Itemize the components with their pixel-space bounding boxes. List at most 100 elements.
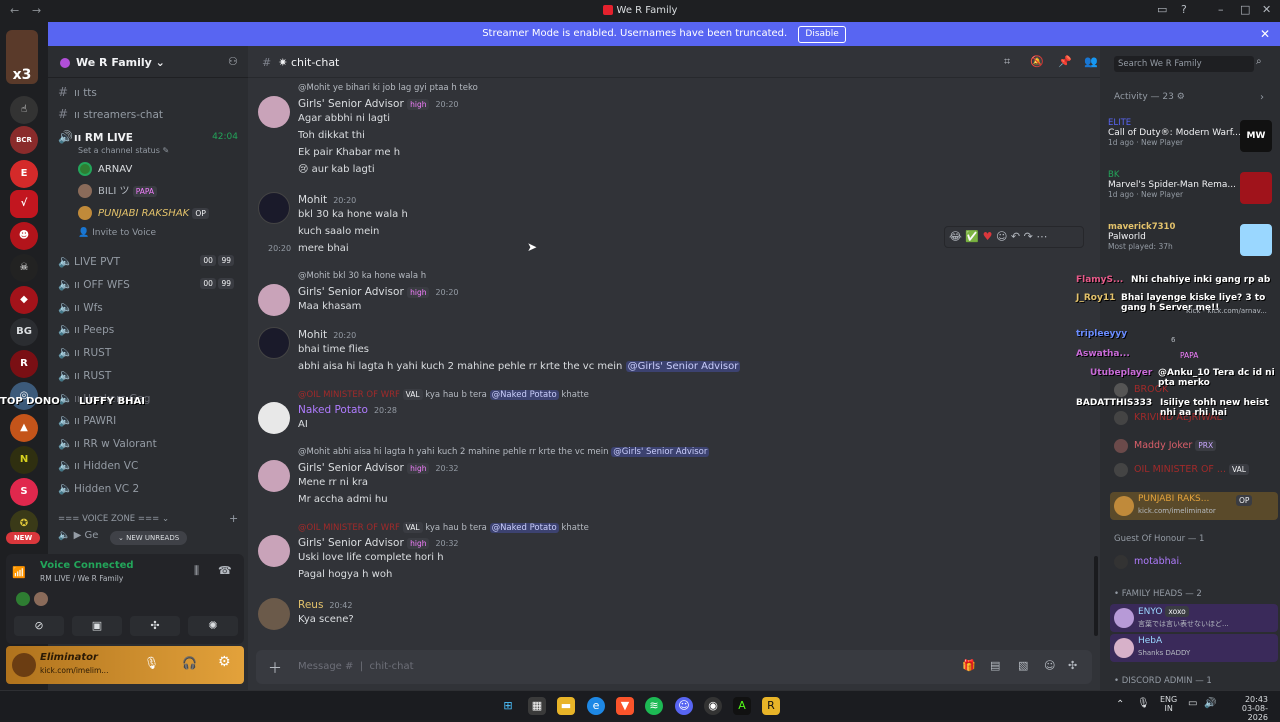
- activity-card[interactable]: ELITE Call of Duty®: Modern Warf... 1d a…: [1108, 118, 1272, 162]
- channel-status[interactable]: Set a channel status ✎: [78, 146, 169, 155]
- message-author[interactable]: Mohit 20:20: [298, 329, 356, 341]
- add-member-icon[interactable]: ⚇: [228, 55, 238, 68]
- discord-icon[interactable]: ☺: [675, 697, 693, 715]
- avatar[interactable]: [258, 402, 290, 434]
- reply-preview[interactable]: @OIL MINISTER OF WRF VAL kya hau b tera …: [298, 522, 589, 533]
- voice-channel-pawri[interactable]: 🔈ıı PAWRI: [58, 410, 240, 430]
- category-voice-zone[interactable]: === VOICE ZONE === ⌄: [58, 514, 169, 524]
- new-unreads-pill[interactable]: ⌄ NEW UNREADS: [110, 531, 188, 545]
- minimize-icon[interactable]: –: [1218, 3, 1224, 16]
- voice-channel-peeps[interactable]: 🔈ıı Peeps: [58, 319, 240, 339]
- member-row-highlight[interactable]: ENYO xoxo 言葉では言い表せないほど...: [1110, 604, 1278, 632]
- volume-icon[interactable]: 🔊: [1204, 698, 1216, 709]
- add-channel-icon[interactable]: +: [229, 512, 238, 525]
- avatar[interactable]: [258, 96, 290, 128]
- brave-browser-icon[interactable]: ▼: [616, 697, 634, 715]
- close-window-icon[interactable]: ✕: [1262, 3, 1271, 16]
- store-icon[interactable]: ▦: [528, 697, 546, 715]
- soundboard-button[interactable]: ✺: [188, 616, 238, 636]
- activity-card[interactable]: maverick7310 Palworld Most played: 37h: [1108, 222, 1272, 266]
- sticker-icon[interactable]: ▧: [1018, 659, 1028, 672]
- activity-card[interactable]: BK Marvel's Spider-Man Rema... 1d ago · …: [1108, 170, 1272, 214]
- server-icon-rp[interactable]: R: [10, 350, 38, 378]
- message-author[interactable]: Girls' Senior Advisor high 20:20: [298, 286, 459, 298]
- reply-preview[interactable]: @Mohit abhi aisa hi lagta h yahi kuch 2 …: [298, 447, 710, 457]
- signal-icon[interactable]: 📶: [12, 566, 26, 579]
- avatar[interactable]: [258, 535, 290, 567]
- server-icon-wrf[interactable]: √: [10, 190, 38, 218]
- windows-start-icon[interactable]: ⊞: [499, 697, 517, 715]
- avatar[interactable]: [258, 327, 290, 359]
- search-input[interactable]: Search We R Family: [1114, 56, 1254, 72]
- forward-icon[interactable]: ↷: [1024, 230, 1033, 243]
- voice-channel-live-pvt[interactable]: 🔈LIVE PVT 00 99: [58, 251, 240, 271]
- voice-channel-off-wfs[interactable]: 🔈ıı OFF WFS 00 99: [58, 274, 240, 294]
- mute-notifications-icon[interactable]: 🔕: [1030, 55, 1044, 68]
- channel-streamers-chat[interactable]: # ıı streamers-chat: [58, 104, 240, 124]
- voice-channel-ge[interactable]: 🔈 ▶ Ge: [58, 530, 98, 541]
- settings-gear-icon[interactable]: ⚙: [218, 654, 231, 670]
- member-row-highlight[interactable]: PUNJABI RAKS... OP kick.com/imeliminator: [1110, 492, 1278, 520]
- emoji-icon[interactable]: ☺: [1044, 659, 1055, 672]
- maximize-icon[interactable]: □: [1240, 3, 1250, 16]
- server-icon-orange[interactable]: ▲: [10, 414, 38, 442]
- camera-off-button[interactable]: ⊘: [14, 616, 64, 636]
- voice-user-bili[interactable]: BILI ツ PAPA: [78, 182, 158, 202]
- network-icon[interactable]: ▭: [1188, 698, 1197, 709]
- avatar[interactable]: [258, 598, 290, 630]
- message-author[interactable]: Girls' Senior Advisor high 20:20: [298, 98, 459, 110]
- apps-icon[interactable]: ✣: [1068, 659, 1077, 672]
- reply-preview[interactable]: @OIL MINISTER OF WRF VAL kya hau b tera …: [298, 389, 589, 400]
- avatar[interactable]: [258, 192, 290, 224]
- microphone-icon[interactable]: 🎙: [144, 656, 159, 670]
- avatar[interactable]: [12, 653, 36, 677]
- gift-icon[interactable]: 🎁: [962, 659, 976, 672]
- heart-emoji-icon[interactable]: ♥: [983, 230, 993, 243]
- gif-icon[interactable]: ▤: [990, 659, 1000, 672]
- message-author[interactable]: Reus 20:42: [298, 599, 352, 611]
- check-emoji-icon[interactable]: ✅: [965, 230, 979, 243]
- rockstar-launcher-icon[interactable]: R: [762, 697, 780, 715]
- avatar[interactable]: [258, 460, 290, 492]
- spotify-icon[interactable]: ≋: [645, 697, 663, 715]
- pin-icon[interactable]: 📌: [1058, 55, 1072, 68]
- server-icon-skull[interactable]: ☠: [10, 254, 38, 282]
- member-row[interactable]: OIL MINISTER OF ... VAL: [1114, 458, 1249, 482]
- voice-channel-hidden-vc[interactable]: 🔈ıı Hidden VC: [58, 455, 240, 475]
- voice-channel-hidden-vc-2[interactable]: 🔈Hidden VC 2: [58, 478, 240, 498]
- member-row[interactable]: Maddy Joker PRX: [1114, 434, 1217, 458]
- kick-app-icon[interactable]: A: [733, 697, 751, 715]
- channel-tts[interactable]: # ıı tts: [58, 82, 240, 102]
- chat-scrollbar[interactable]: [1094, 556, 1098, 636]
- file-explorer-icon[interactable]: ▬: [557, 697, 575, 715]
- reply-preview[interactable]: @Mohit ye bihari ki job lag gyi ptaa h t…: [298, 83, 478, 93]
- laughing-emoji-icon[interactable]: 😂: [949, 230, 962, 243]
- voice-channel-rust[interactable]: 🔈ıı RUST: [58, 342, 240, 362]
- more-options-icon[interactable]: ⋯: [1036, 230, 1047, 243]
- server-icon-red[interactable]: ◆: [10, 286, 38, 314]
- voice-user-arnav[interactable]: ARNAV: [78, 160, 132, 180]
- member-row[interactable]: motabhai.: [1114, 550, 1182, 574]
- avatar[interactable]: [34, 592, 48, 606]
- add-attachment-icon[interactable]: ＋: [268, 658, 282, 678]
- message-author[interactable]: Mohit 20:20: [298, 194, 356, 206]
- avatar[interactable]: [258, 284, 290, 316]
- message-author[interactable]: Naked Potato 20:28: [298, 404, 397, 416]
- noise-suppression-icon[interactable]: ⫼: [194, 564, 199, 578]
- chevron-right-icon[interactable]: ›: [1260, 92, 1264, 103]
- reply-icon[interactable]: ↶: [1011, 230, 1020, 243]
- voice-channel-wfs[interactable]: 🔈ıı Wfs: [58, 297, 240, 317]
- server-icon-e[interactable]: E: [10, 160, 38, 188]
- server-icon-bcr[interactable]: BCR: [10, 126, 38, 154]
- server-icon-bg[interactable]: BG: [10, 318, 38, 346]
- obs-icon[interactable]: ◉: [704, 697, 722, 715]
- user-name[interactable]: Eliminator: [40, 652, 98, 663]
- message-composer[interactable]: ＋ Message # | chit-chat 🎁 ▤ ▧ ☺ ✣: [256, 650, 1092, 684]
- screen-share-button[interactable]: ▣: [72, 616, 122, 636]
- user-mention[interactable]: @Girls' Senior Advisor: [625, 361, 741, 372]
- voice-channel-rr-valorant[interactable]: 🔈ıı RR w Valorant: [58, 433, 240, 453]
- edge-browser-icon[interactable]: e: [587, 697, 605, 715]
- inbox-icon[interactable]: ▭: [1157, 3, 1167, 16]
- voice-user-punjabi[interactable]: PUNJABI RAKSHAK OP: [78, 204, 209, 224]
- tray-mic-icon[interactable]: 🎙: [1137, 698, 1150, 709]
